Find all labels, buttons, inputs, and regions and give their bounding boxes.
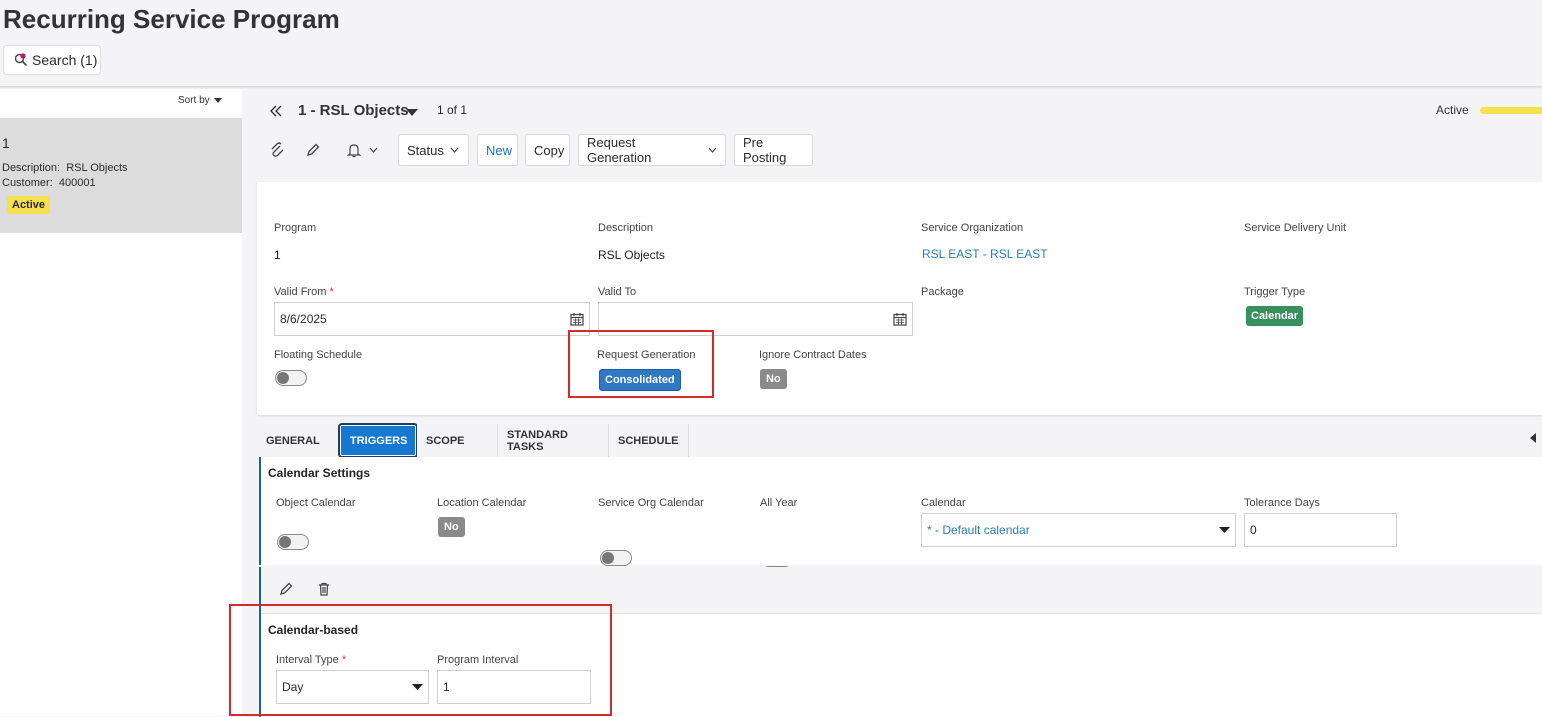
record-selector[interactable]: 1 - RSL Objects <box>298 102 409 119</box>
location-calendar-badge: No <box>438 517 465 537</box>
sort-by-label: Sort by <box>178 95 210 106</box>
floating-schedule-toggle[interactable] <box>275 370 307 386</box>
new-button[interactable]: New <box>477 134 518 166</box>
calendar-icon[interactable] <box>893 312 907 326</box>
tab-standard-tasks[interactable]: STANDARD TASKS <box>498 424 609 457</box>
service-delivery-unit-label: Service Delivery Unit <box>1244 222 1347 234</box>
description-label: Description <box>598 222 654 234</box>
list-item[interactable] <box>0 118 242 233</box>
collapse-panel-icon[interactable] <box>1530 433 1536 446</box>
service-org-calendar-label: Service Org Calendar <box>598 497 704 509</box>
bell-icon <box>346 143 361 157</box>
list-item-description-value: RSL Objects <box>66 162 128 174</box>
object-calendar-toggle[interactable] <box>277 534 309 550</box>
calendar-based-title: Calendar-based <box>268 623 359 637</box>
calendar-icon[interactable] <box>570 312 584 326</box>
search-icon <box>14 53 28 67</box>
valid-from-field[interactable]: 8/6/2025 <box>274 302 590 336</box>
list-item-description: Description: RSL Objects <box>2 162 128 174</box>
service-organization-label: Service Organization <box>921 222 1024 234</box>
service-organization-link[interactable]: RSL EAST - RSL EAST <box>922 247 1048 261</box>
calendar-label: Calendar <box>921 497 966 509</box>
list-item-customer-value: 400001 <box>58 177 96 189</box>
all-year-label: All Year <box>760 497 798 509</box>
program-interval-value: 1 <box>443 680 450 694</box>
interval-type-value: Day <box>282 680 304 694</box>
record-count: 1 of 1 <box>437 103 468 117</box>
required-marker: * <box>329 286 334 298</box>
status-menu-label: Status <box>407 142 444 158</box>
list-item-customer-label: Customer: <box>2 177 53 189</box>
record-selector-caret-icon[interactable] <box>406 104 418 122</box>
calendar-settings-title: Calendar Settings <box>268 466 371 480</box>
valid-from-label-text: Valid From <box>274 286 327 298</box>
list-item-customer: Customer: 400001 <box>2 177 96 189</box>
list-item-number: 1 <box>2 135 10 151</box>
tab-triggers[interactable]: TRIGGERS <box>338 423 418 458</box>
interval-type-label: Interval Type * <box>276 654 346 666</box>
valid-from-label: Valid From * <box>274 286 334 298</box>
notification-menu[interactable] <box>342 140 382 160</box>
package-label: Package <box>921 286 964 298</box>
calendar-settings-section <box>259 457 1542 565</box>
tolerance-days-value: 0 <box>1250 523 1257 537</box>
service-org-calendar-toggle[interactable] <box>600 550 632 566</box>
sort-by-button[interactable]: Sort by <box>178 95 222 106</box>
chevron-down-icon <box>369 147 377 153</box>
ignore-contract-dates-label: Ignore Contract Dates <box>759 349 867 361</box>
location-calendar-label: Location Calendar <box>437 497 527 509</box>
program-label: Program <box>274 222 317 234</box>
search-label: Search (1) <box>32 52 98 68</box>
description-value: RSL Objects <box>598 248 665 262</box>
caret-down-icon <box>412 684 423 690</box>
delete-icon[interactable] <box>315 580 333 598</box>
caret-down-icon <box>213 98 222 103</box>
tab-schedule[interactable]: SCHEDULE <box>609 424 689 457</box>
edit-icon[interactable] <box>304 140 322 160</box>
copy-button[interactable]: Copy <box>525 134 570 166</box>
valid-to-label: Valid To <box>598 286 637 298</box>
caret-down-icon <box>1219 527 1230 533</box>
floating-schedule-label: Floating Schedule <box>274 349 363 361</box>
request-generation-menu-button[interactable]: Request Generation <box>578 134 726 166</box>
calendar-based-toolbar <box>261 567 1542 614</box>
search-button[interactable]: Search (1) <box>3 45 101 75</box>
trigger-type-label: Trigger Type <box>1244 286 1306 298</box>
program-interval-label: Program Interval <box>437 654 519 666</box>
valid-from-value: 8/6/2025 <box>280 312 327 326</box>
collapse-list-icon[interactable] <box>270 101 282 122</box>
request-generation-menu-label: Request Generation <box>587 135 652 165</box>
program-interval-field[interactable]: 1 <box>437 670 591 704</box>
page-title: Recurring Service Program <box>3 4 340 34</box>
interval-type-select[interactable]: Day <box>276 670 429 704</box>
status-menu-button[interactable]: Status <box>398 134 469 166</box>
list-item-status-badge: Active <box>7 196 51 214</box>
valid-to-field[interactable] <box>598 302 913 336</box>
calendar-select-value: * - Default calendar <box>927 523 1030 537</box>
trigger-type-badge: Calendar <box>1246 306 1304 326</box>
list-item-description-label: Description: <box>2 162 61 174</box>
attachment-icon[interactable] <box>268 140 286 160</box>
record-status: Active <box>1436 103 1469 117</box>
request-generation-label: Request Generation <box>597 349 696 361</box>
pre-posting-button[interactable]: Pre Posting <box>734 134 813 166</box>
interval-type-label-text: Interval Type <box>276 654 339 666</box>
chevron-down-icon <box>450 147 459 153</box>
chevron-down-icon <box>708 147 717 153</box>
edit-icon[interactable] <box>277 580 295 598</box>
tab-bar: GENERAL TRIGGERS SCOPE STANDARD TASKS SC… <box>257 423 689 458</box>
tab-general[interactable]: GENERAL <box>257 424 339 457</box>
tolerance-days-label: Tolerance Days <box>1244 497 1320 509</box>
object-calendar-label: Object Calendar <box>276 497 356 509</box>
status-progress-bar <box>1480 107 1542 114</box>
tab-scope[interactable]: SCOPE <box>417 424 498 457</box>
request-generation-badge: Consolidated <box>599 369 681 391</box>
ignore-contract-dates-badge: No <box>760 369 787 389</box>
program-value: 1 <box>274 248 281 262</box>
tolerance-days-field[interactable]: 0 <box>1244 513 1397 547</box>
calendar-select[interactable]: * - Default calendar <box>921 513 1236 547</box>
required-marker: * <box>341 654 347 666</box>
program-header-card <box>257 182 1542 415</box>
